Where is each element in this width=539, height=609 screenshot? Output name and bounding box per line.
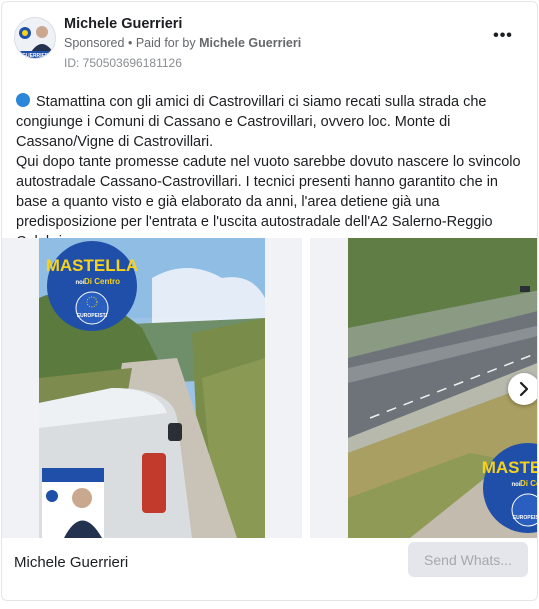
- post-text-line-2: Qui dopo tante promesse cadute nel vuoto…: [16, 154, 521, 250]
- chevron-right-icon: [519, 381, 529, 397]
- logo-inner: EUROPEISTI: [77, 313, 108, 319]
- logo-name: MASTELLA: [46, 256, 139, 275]
- sponsored-label: Sponsored: [64, 36, 125, 50]
- slide-1-image: MASTELLA noi Di Centro EUROPEISTI: [2, 238, 302, 538]
- slide-2-image: MASTELLA noi Di Centro EUROPEISTI: [310, 238, 538, 538]
- logo-inner-2: EUROPEISTI: [513, 515, 538, 521]
- blue-circle-icon: [16, 93, 30, 107]
- separator-dot: •: [127, 36, 133, 50]
- footer-page-name: Michele Guerrieri: [14, 554, 129, 571]
- paid-for-prefix: Paid for by: [135, 36, 196, 50]
- image-carousel: MASTELLA noi Di Centro EUROPEISTI MAST n…: [2, 238, 538, 538]
- ad-card: GUERRIERI Michele Guerrieri Sponsored • …: [1, 1, 538, 601]
- logo-name-2: MASTELLA: [482, 458, 538, 477]
- post-text: Stamattina con gli amici di Castrovillar…: [16, 92, 528, 252]
- avatar[interactable]: GUERRIERI: [14, 17, 56, 59]
- sponsored-line: Sponsored • Paid for by Michele Guerrier…: [64, 36, 301, 50]
- post-header: GUERRIERI Michele Guerrieri Sponsored • …: [2, 2, 537, 82]
- carousel-next-button[interactable]: [508, 373, 537, 405]
- more-options-icon[interactable]: •••: [491, 28, 515, 50]
- post-text-line-1: Stamattina con gli amici di Castrovillar…: [16, 94, 487, 150]
- logo-sub-main-2: Di Centro: [520, 479, 538, 488]
- logo-sub-main: Di Centro: [84, 277, 120, 286]
- carousel-slide-1[interactable]: MASTELLA noi Di Centro EUROPEISTI: [2, 238, 302, 538]
- post-paragraph-1: Stamattina con gli amici di Castrovillar…: [16, 92, 528, 152]
- send-whatsapp-button[interactable]: Send Whats...: [408, 542, 528, 577]
- avatar-image: GUERRIERI: [15, 18, 55, 59]
- paid-for-name[interactable]: Michele Guerrieri: [199, 36, 301, 50]
- page-name[interactable]: Michele Guerrieri: [64, 16, 182, 32]
- carousel-slide-2[interactable]: MASTELLA noi Di Centro EUROPEISTI: [310, 238, 538, 538]
- avatar-label: GUERRIERI: [22, 53, 50, 59]
- ad-id: ID: 750503696181126: [64, 56, 182, 70]
